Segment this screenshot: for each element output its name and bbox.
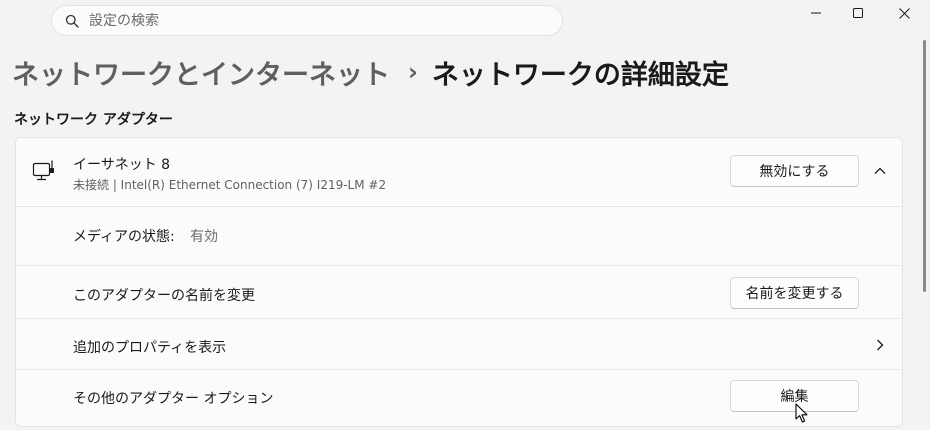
minimize-button[interactable]	[793, 0, 839, 26]
scrollbar-thumb[interactable]	[923, 40, 926, 292]
search-icon	[65, 14, 79, 28]
search-box[interactable]	[51, 5, 563, 36]
chevron-right-icon[interactable]	[876, 339, 884, 351]
ethernet-adapter-icon	[32, 160, 54, 181]
edit-button[interactable]: 編集	[730, 380, 859, 412]
adapter-card: イーサネット 8 未接続 | Intel(R) Ethernet Connect…	[15, 137, 903, 427]
search-input[interactable]	[89, 12, 509, 29]
adapter-name: イーサネット 8	[73, 157, 171, 173]
more-adapter-options-row: その他のアダプター オプション 編集	[16, 370, 902, 426]
more-adapter-options-label: その他のアダプター オプション	[73, 391, 274, 407]
view-properties-row[interactable]: 追加のプロパティを表示	[16, 319, 902, 370]
page-title: ネットワークの詳細設定	[431, 59, 729, 91]
rename-adapter-button[interactable]: 名前を変更する	[730, 277, 859, 309]
media-state-label: メディアの状態:	[73, 229, 175, 245]
rename-adapter-label: このアダプターの名前を変更	[73, 288, 255, 304]
breadcrumb: ネットワークとインターネット › ネットワークの詳細設定	[12, 52, 729, 92]
close-button[interactable]	[881, 0, 927, 26]
media-state-value: 有効	[190, 229, 218, 245]
breadcrumb-separator: ›	[408, 58, 418, 86]
adapter-status: 未接続 | Intel(R) Ethernet Connection (7) I…	[73, 178, 387, 192]
maximize-button[interactable]	[835, 0, 881, 26]
chevron-up-icon[interactable]	[874, 166, 886, 176]
maximize-icon	[853, 8, 863, 18]
minimize-icon	[811, 12, 821, 14]
disable-adapter-button[interactable]: 無効にする	[730, 155, 859, 187]
view-properties-label: 追加のプロパティを表示	[73, 340, 227, 356]
rename-adapter-row: このアダプターの名前を変更 名前を変更する	[16, 266, 902, 319]
media-state-row: メディアの状態: 有効	[16, 206, 902, 266]
adapter-card-header[interactable]: イーサネット 8 未接続 | Intel(R) Ethernet Connect…	[16, 138, 902, 207]
close-icon	[898, 7, 910, 19]
breadcrumb-parent-link[interactable]: ネットワークとインターネット	[12, 53, 390, 92]
section-title: ネットワーク アダプター	[14, 112, 173, 128]
